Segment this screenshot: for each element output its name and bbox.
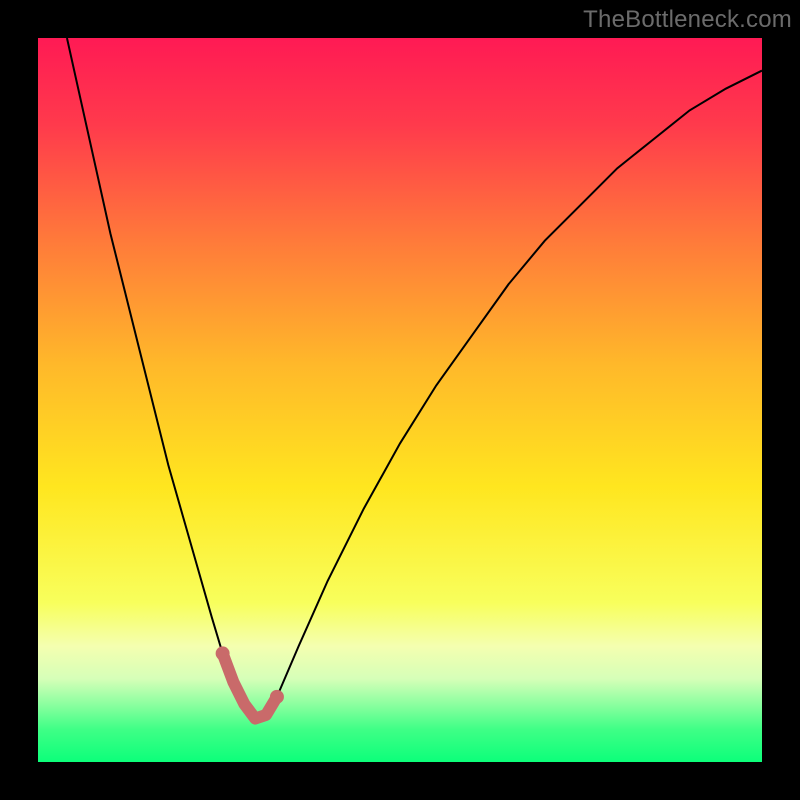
optimal-region-marker-endpoint — [216, 646, 230, 660]
gradient-background — [38, 38, 762, 762]
plot-area — [38, 38, 762, 762]
optimal-region-marker-endpoint — [270, 690, 284, 704]
watermark-text: TheBottleneck.com — [583, 6, 792, 34]
chart-svg — [38, 38, 762, 762]
chart-frame: TheBottleneck.com — [0, 0, 800, 800]
